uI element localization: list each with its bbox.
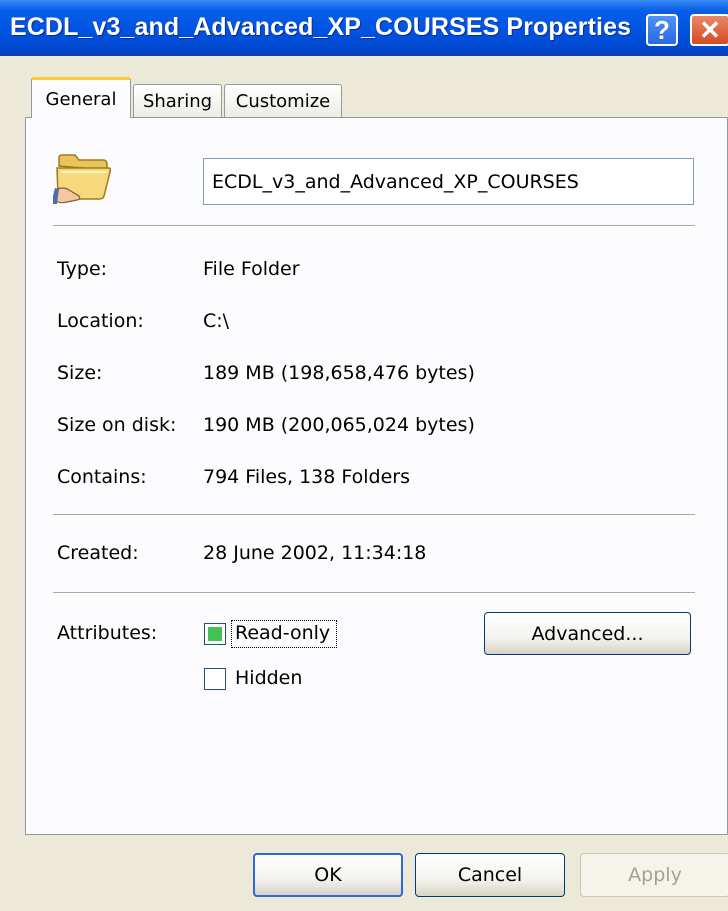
separator — [53, 592, 695, 594]
advanced-button-label: Advanced... — [531, 622, 644, 645]
type-value: File Folder — [203, 258, 300, 280]
tab-customize[interactable]: Customize — [224, 84, 342, 118]
size-on-disk-label: Size on disk: — [57, 414, 177, 436]
tab-sharing[interactable]: Sharing — [133, 84, 222, 118]
help-button[interactable]: ? — [646, 14, 678, 46]
read-only-label[interactable]: Read-only — [235, 622, 330, 644]
close-button[interactable]: ✕ — [690, 14, 728, 46]
created-value: 28 June 2002, 11:34:18 — [203, 542, 427, 564]
ok-button-label: OK — [314, 864, 342, 886]
contains-value: 794 Files, 138 Folders — [203, 466, 410, 488]
contains-label: Contains: — [57, 466, 147, 488]
tab-sharing-label: Sharing — [142, 91, 213, 112]
read-only-checkbox[interactable] — [204, 623, 226, 645]
close-icon: ✕ — [699, 14, 721, 45]
help-icon: ? — [654, 14, 670, 45]
general-tab-panel: Type: File Folder Location: C:\ Size: 18… — [25, 117, 728, 835]
cancel-button-label: Cancel — [457, 864, 523, 886]
separator — [53, 514, 695, 516]
size-on-disk-value: 190 MB (200,065,024 bytes) — [203, 414, 475, 436]
tab-customize-label: Customize — [235, 91, 331, 112]
window-title: ECDL_v3_and_Advanced_XP_COURSES Properti… — [10, 13, 632, 41]
attributes-label: Attributes: — [57, 622, 158, 644]
tab-general-label: General — [45, 88, 117, 110]
folder-name-field[interactable] — [203, 158, 694, 205]
separator — [53, 225, 695, 227]
created-label: Created: — [57, 542, 139, 564]
title-bar[interactable]: ECDL_v3_and_Advanced_XP_COURSES Properti… — [0, 0, 728, 56]
location-value: C:\ — [203, 310, 230, 332]
ok-button[interactable]: OK — [253, 853, 403, 897]
hidden-label[interactable]: Hidden — [235, 667, 302, 689]
apply-button-label: Apply — [628, 864, 682, 886]
size-label: Size: — [57, 362, 103, 384]
location-label: Location: — [57, 310, 144, 332]
apply-button[interactable]: Apply — [580, 853, 728, 897]
folder-icon — [53, 154, 112, 204]
cancel-button[interactable]: Cancel — [415, 853, 565, 897]
advanced-button[interactable]: Advanced... — [484, 612, 691, 655]
size-value: 189 MB (198,658,476 bytes) — [203, 362, 475, 384]
tab-general[interactable]: General — [31, 77, 131, 118]
hidden-checkbox[interactable] — [204, 668, 226, 690]
type-label: Type: — [57, 258, 108, 280]
